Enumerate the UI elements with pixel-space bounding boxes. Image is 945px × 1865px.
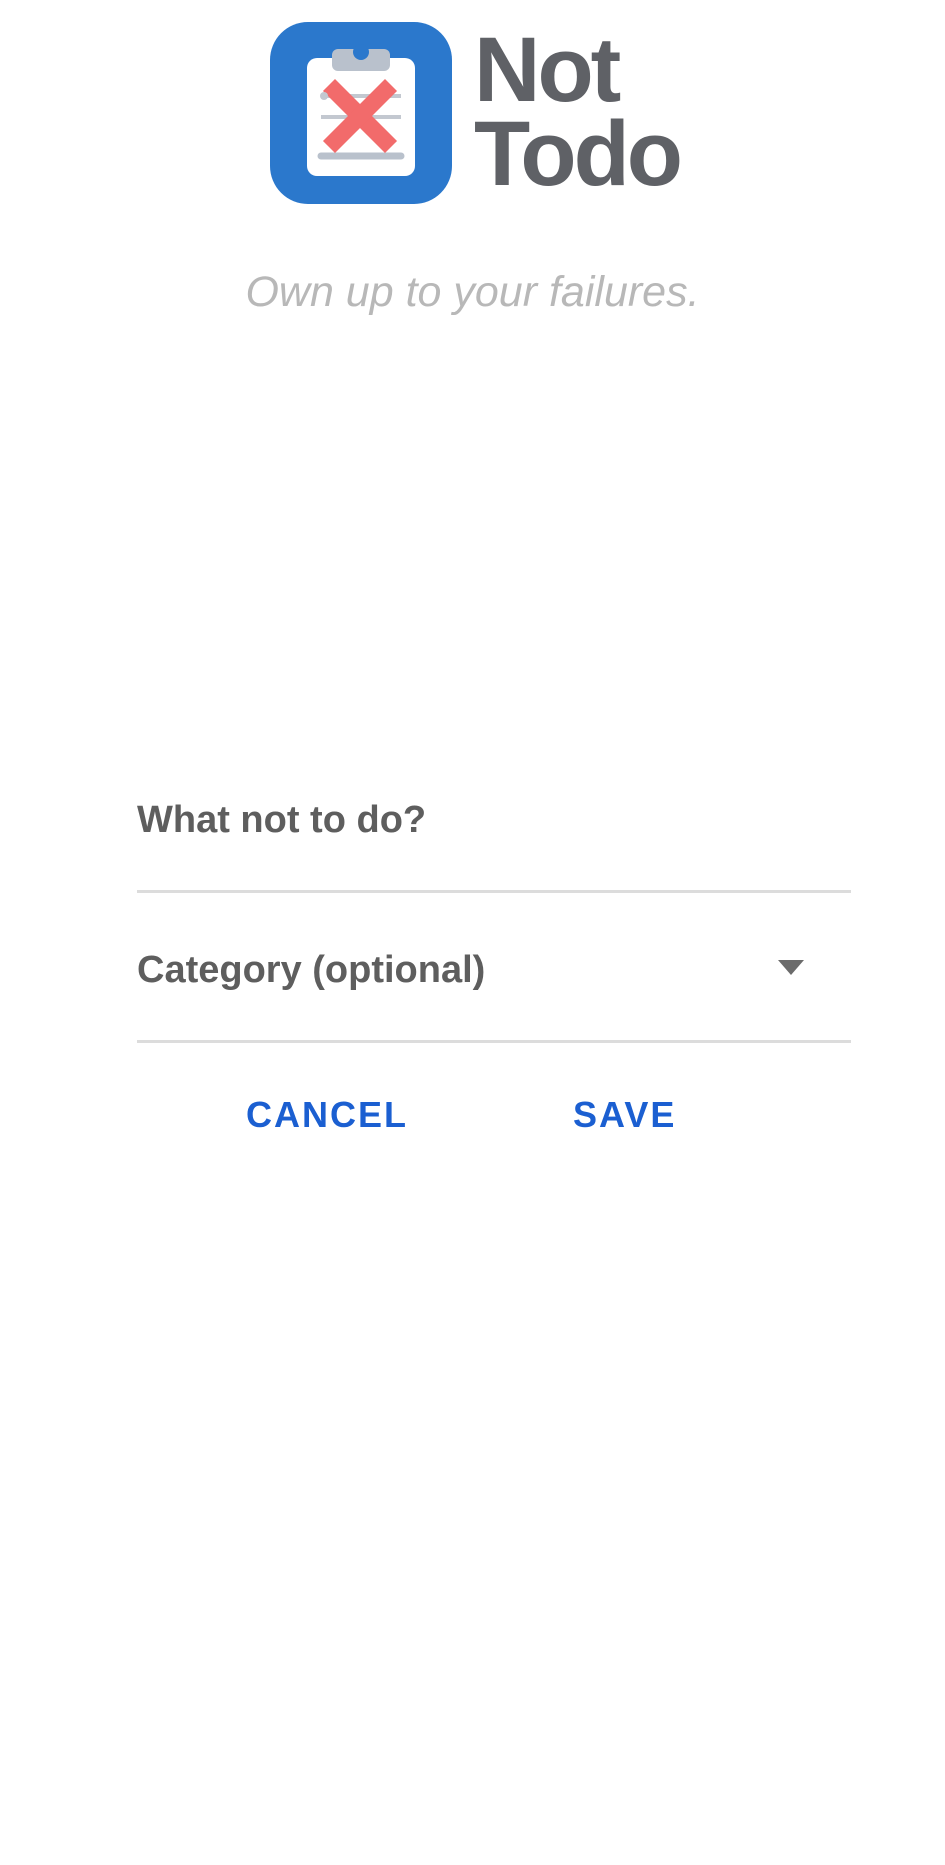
what-not-to-do-placeholder: What not to do?	[137, 799, 427, 841]
what-not-to-do-input[interactable]: What not to do?	[137, 790, 851, 893]
tagline: Own up to your failures.	[245, 268, 700, 316]
cancel-button[interactable]: CANCEL	[246, 1085, 408, 1145]
category-dropdown[interactable]: Category (optional)	[137, 940, 851, 1043]
app-logo-icon	[270, 22, 452, 204]
app-logo-line-1: Not	[474, 19, 621, 121]
app-logo-line-2: Todo	[474, 103, 683, 205]
caret-down-icon	[778, 960, 804, 975]
app-logo-text: Not Todo	[474, 19, 683, 205]
save-button[interactable]: SAVE	[573, 1085, 676, 1145]
category-placeholder: Category (optional)	[137, 949, 486, 991]
